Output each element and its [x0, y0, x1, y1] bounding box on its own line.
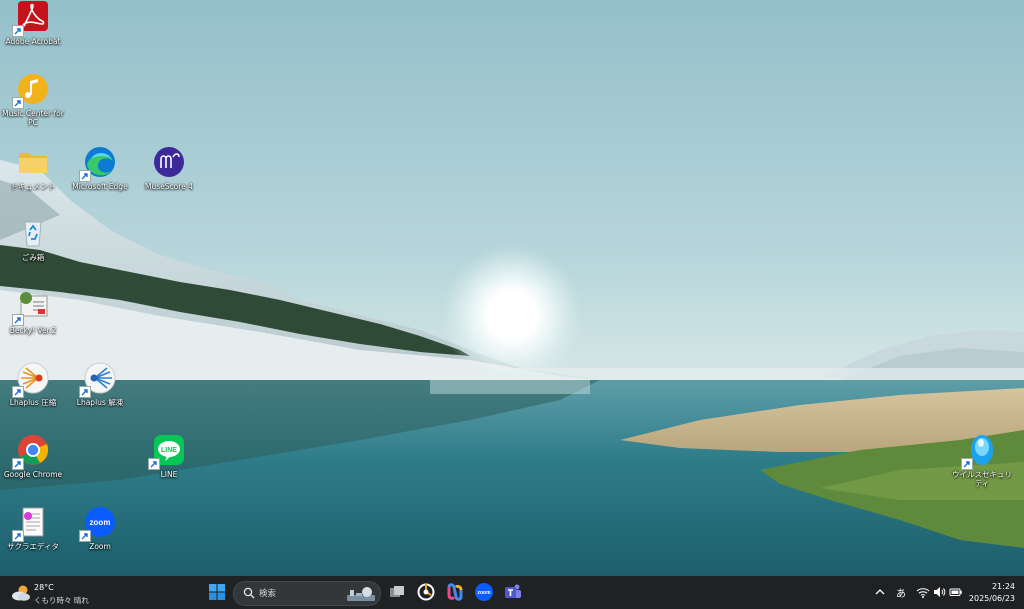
desktop-icon-virus-security[interactable]: ウイルスセキュリティ	[950, 433, 1014, 488]
recycle-bin-icon	[24, 221, 42, 247]
folder-icon	[19, 153, 47, 173]
shortcut-arrow-icon	[148, 458, 160, 470]
wallpaper	[0, 0, 1024, 576]
shortcut-arrow-icon	[12, 97, 24, 109]
search-highlight-icon	[347, 587, 375, 601]
desktop-icon-label: Lhaplus 解凍	[76, 398, 124, 407]
shortcut-arrow-icon	[12, 530, 24, 542]
musescore-icon	[154, 147, 184, 177]
desktop-icon-music-center[interactable]: Music Center for PC	[1, 72, 65, 127]
desktop-icon-chrome[interactable]: Google Chrome	[1, 433, 65, 479]
desktop-icon-label: サクラエディタ	[7, 542, 59, 551]
desktop-icon-recycle-bin[interactable]: ごみ箱	[1, 216, 65, 262]
svg-text:zoom: zoom	[477, 590, 491, 596]
search-placeholder: 検索	[259, 589, 277, 599]
shortcut-arrow-icon	[12, 458, 24, 470]
shortcut-arrow-icon	[79, 386, 91, 398]
desktop-icon-label: ごみ箱	[21, 253, 45, 262]
desktop-icon-lhaplus-compress[interactable]: Lhaplus 圧縮	[1, 361, 65, 407]
clock-time: 21:24	[991, 582, 1015, 591]
cloudy-sunny-icon	[12, 585, 30, 601]
chevron-up-icon	[875, 589, 885, 595]
clock[interactable]: 21:24 2025/06/23	[969, 581, 1015, 605]
desktop-icon-label: Lhaplus 圧縮	[9, 398, 57, 407]
zoom-taskbar-button[interactable]: zoom	[473, 581, 495, 603]
desktop-icon-label: Microsoft Edge	[72, 182, 128, 191]
weather-condition: くもり時々 晴れ	[34, 596, 89, 605]
start-button[interactable]	[206, 581, 228, 603]
media-app-button[interactable]	[415, 581, 437, 603]
network-button[interactable]	[916, 585, 930, 599]
teams-button[interactable]	[502, 581, 524, 603]
battery-button[interactable]	[949, 585, 963, 599]
desktop-icon-line[interactable]: LINE LINE	[137, 433, 201, 479]
shortcut-arrow-icon	[12, 386, 24, 398]
speaker-icon	[934, 587, 946, 597]
ime-indicator[interactable]: あ	[896, 585, 906, 600]
copilot-icon	[447, 583, 463, 601]
clock-date: 2025/06/23	[968, 594, 1015, 603]
desktop-icon-adobe-acrobat[interactable]: Adobe Acrobat	[1, 0, 65, 46]
desktop: Adobe Acrobat Music Center for PC ドキュメント	[0, 0, 1024, 576]
desktop-icon-label: ウイルスセキュリティ	[952, 470, 1012, 488]
svg-text:LINE: LINE	[161, 447, 177, 454]
desktop-icon-lhaplus-extract[interactable]: Lhaplus 解凍	[68, 361, 132, 407]
taskbar: 28°C くもり時々 晴れ 検索 zoom あ 21:24 2025/06/23	[0, 576, 1024, 609]
task-view-button[interactable]	[386, 581, 408, 603]
start-icon	[209, 584, 225, 600]
desktop-icon-label: Google Chrome	[3, 470, 63, 479]
desktop-icon-label: Music Center for PC	[2, 109, 64, 127]
task-view-icon	[390, 586, 404, 597]
svg-text:zoom: zoom	[90, 518, 111, 527]
desktop-icon-becky[interactable]: Becky! Ver.2	[1, 289, 65, 335]
teams-icon	[505, 584, 521, 598]
desktop-icon-label: LINE	[160, 470, 178, 479]
wifi-icon	[916, 588, 930, 598]
shortcut-arrow-icon	[79, 530, 91, 542]
zoom-icon: zoom	[475, 583, 493, 601]
shortcut-arrow-icon	[12, 25, 24, 37]
shortcut-arrow-icon	[79, 170, 91, 182]
media-app-icon	[417, 583, 435, 601]
desktop-icon-label: ドキュメント	[10, 182, 56, 191]
desktop-icon-label: Zoom	[89, 542, 111, 551]
shortcut-arrow-icon	[961, 458, 973, 470]
desktop-icon-label: Adobe Acrobat	[5, 37, 61, 46]
battery-icon	[949, 588, 962, 596]
copilot-button[interactable]	[444, 581, 466, 603]
show-hidden-icons-button[interactable]	[874, 585, 886, 599]
weather-temp: 28°C	[34, 583, 54, 592]
volume-button[interactable]	[932, 585, 946, 599]
desktop-icon-zoom[interactable]: zoom Zoom	[68, 505, 132, 551]
desktop-icon-label: MuseScore 4	[145, 182, 193, 191]
desktop-icon-label: Becky! Ver.2	[9, 326, 57, 335]
desktop-icon-documents[interactable]: ドキュメント	[1, 145, 65, 191]
search-icon	[243, 587, 255, 599]
taskbar-search[interactable]: 検索	[233, 581, 381, 606]
desktop-icon-sakura-editor[interactable]: サクラエディタ	[1, 505, 65, 551]
desktop-icon-edge[interactable]: Microsoft Edge	[68, 145, 132, 191]
desktop-icon-musescore[interactable]: MuseScore 4	[137, 145, 201, 191]
shortcut-arrow-icon	[12, 314, 24, 326]
